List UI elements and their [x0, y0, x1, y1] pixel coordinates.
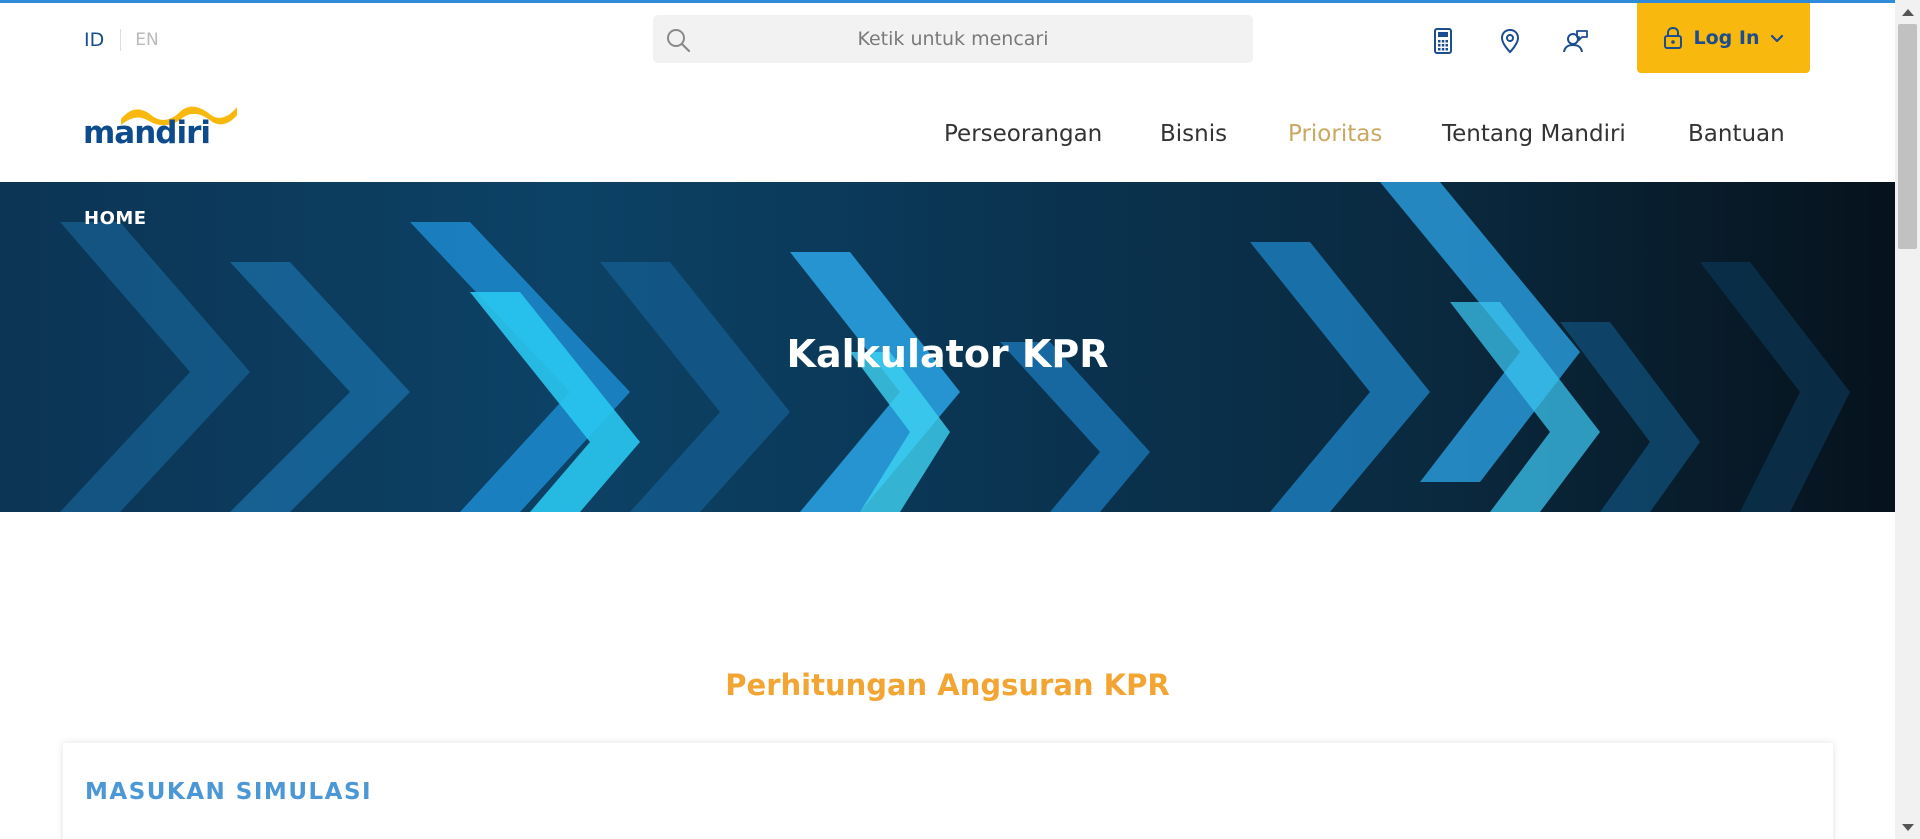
search-bar — [653, 15, 1253, 63]
scroll-down-arrow-icon[interactable] — [1902, 824, 1914, 831]
customer-support-icon[interactable] — [1562, 27, 1590, 55]
section-title: Perhitungan Angsuran KPR — [725, 668, 1170, 702]
location-pin-icon[interactable] — [1496, 27, 1524, 55]
logo-wordmark: mandiri — [83, 115, 211, 151]
nav-item-bantuan[interactable]: Bantuan — [1688, 121, 1785, 147]
lock-icon — [1663, 26, 1682, 49]
calculator-icon[interactable] — [1429, 27, 1457, 55]
page-title: Kalkulator KPR — [786, 332, 1109, 376]
nav-item-prioritas[interactable]: Prioritas — [1288, 121, 1382, 147]
language-divider — [120, 29, 122, 51]
language-id-option[interactable]: ID — [84, 29, 104, 51]
chevron-down-icon — [1771, 34, 1784, 43]
nav-item-bisnis[interactable]: Bisnis — [1160, 121, 1227, 147]
simulation-input-card: MASUKAN SIMULASI — [63, 743, 1833, 839]
hero-banner: HOME Kalkulator KPR — [0, 182, 1895, 512]
language-en-option[interactable]: EN — [135, 30, 158, 50]
scroll-thumb[interactable] — [1898, 24, 1917, 249]
search-input[interactable] — [653, 15, 1253, 63]
page-scrollbar[interactable] — [1895, 0, 1920, 839]
card-title: MASUKAN SIMULASI — [85, 779, 373, 805]
nav-item-perseorangan[interactable]: Perseorangan — [944, 121, 1102, 147]
language-switcher: ID EN — [84, 29, 159, 51]
search-icon[interactable] — [665, 27, 691, 53]
mandiri-logo[interactable]: mandiri — [83, 103, 238, 158]
nav-item-tentang-mandiri[interactable]: Tentang Mandiri — [1442, 121, 1626, 147]
login-button[interactable]: Log In — [1637, 3, 1810, 73]
site-header: ID EN Log In — [0, 3, 1895, 182]
scroll-up-arrow-icon[interactable] — [1902, 9, 1914, 16]
breadcrumb-home[interactable]: HOME — [84, 208, 147, 229]
login-label: Log In — [1693, 27, 1760, 49]
